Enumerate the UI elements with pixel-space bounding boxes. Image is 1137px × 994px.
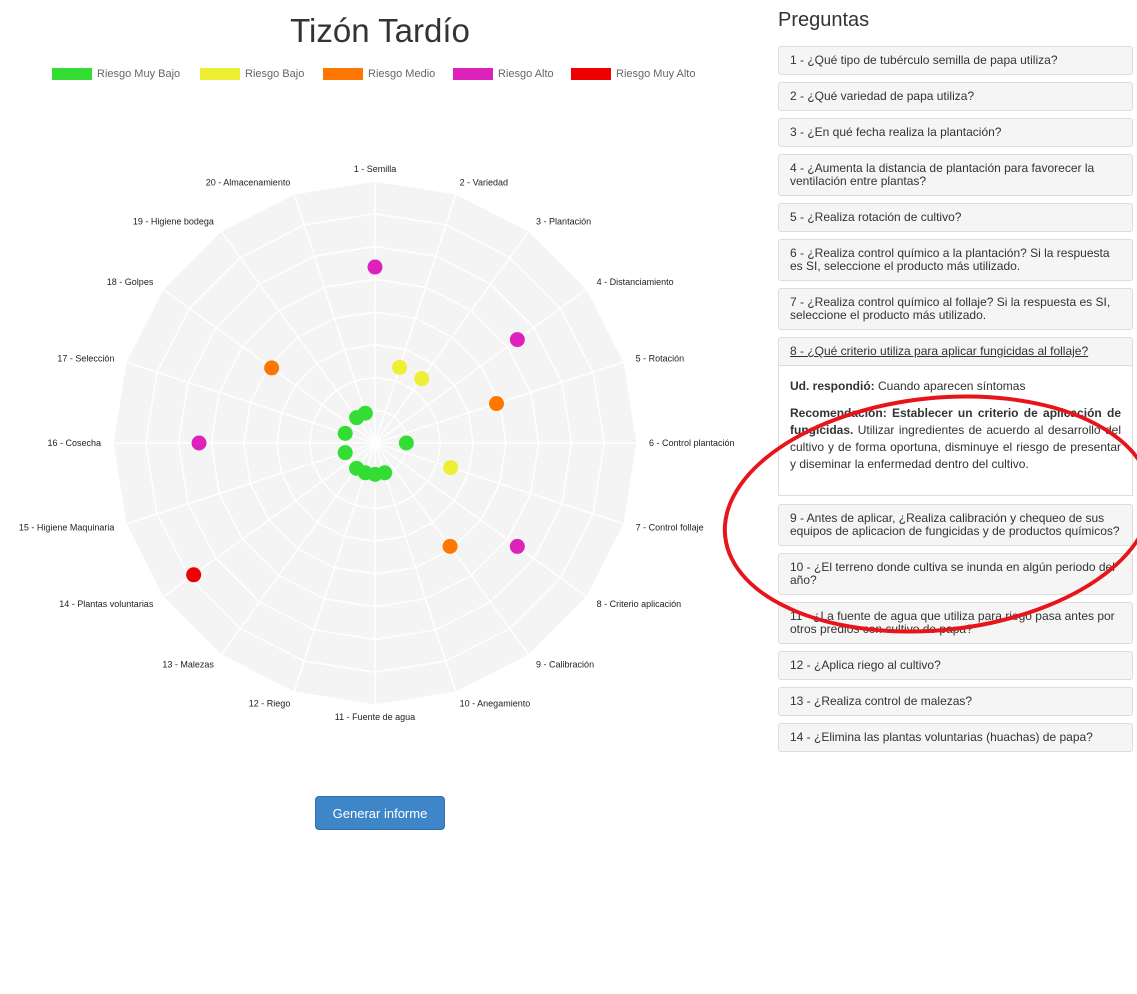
question-item[interactable]: 13 - ¿Realiza control de malezas? — [778, 687, 1133, 716]
radar-data-point[interactable] — [443, 460, 459, 476]
question-label: 3 - ¿En qué fecha realiza la plantación? — [790, 125, 1002, 139]
legend-label: Riesgo Bajo — [245, 68, 305, 80]
questions-list: 1 - ¿Qué tipo de tubérculo semilla de pa… — [778, 46, 1133, 759]
question-label: 7 - ¿Realiza control químico al follaje?… — [790, 295, 1111, 322]
radar-data-point[interactable] — [264, 360, 280, 376]
radar-axis-label: 14 - Plantas voluntarias — [59, 599, 154, 609]
radar-data-point[interactable] — [509, 538, 525, 554]
question-label: 11 - ¿La fuente de agua que utiliza para… — [790, 609, 1115, 636]
radar-data-point[interactable] — [509, 332, 525, 348]
radar-axis-label: 17 - Selección — [57, 353, 114, 363]
radar-data-point[interactable] — [349, 460, 365, 476]
chart-title: Tizón Tardío — [290, 12, 470, 49]
legend-swatch — [200, 68, 240, 80]
radar-data-point[interactable] — [191, 435, 207, 451]
question-item[interactable]: 1 - ¿Qué tipo de tubérculo semilla de pa… — [778, 46, 1133, 75]
legend-swatch — [571, 68, 611, 80]
radar-axis-label: 20 - Almacenamiento — [206, 177, 291, 187]
radar-axis-label: 1 - Semilla — [354, 164, 397, 174]
question-item[interactable]: 10 - ¿El terreno donde cultiva se inunda… — [778, 553, 1133, 595]
question-label: 4 - ¿Aumenta la distancia de plantación … — [790, 161, 1095, 188]
radar-axis-label: 2 - Variedad — [460, 177, 508, 187]
radar-data-point[interactable] — [186, 567, 202, 583]
legend-label: Riesgo Muy Alto — [616, 68, 696, 80]
question-label: 9 - Antes de aplicar, ¿Realiza calibraci… — [790, 511, 1120, 538]
question-item[interactable]: 12 - ¿Aplica riego al cultivo? — [778, 651, 1133, 680]
questions-title: Preguntas — [778, 9, 870, 31]
legend-label: Riesgo Muy Bajo — [97, 68, 181, 80]
legend-swatch — [52, 68, 92, 80]
chart-panel: Tizón Tardío Riesgo Muy Bajo Riesgo Bajo… — [0, 0, 760, 994]
radar-chart: 1 - Semilla 2 - Variedad 3 - Plantación 4 -… — [19, 164, 735, 722]
radar-data-point[interactable] — [442, 538, 458, 554]
radar-data-point[interactable] — [398, 435, 414, 451]
radar-axis-label: 15 - Higiene Maquinaria — [19, 523, 115, 533]
generar-informe-button[interactable]: Generar informe — [315, 796, 445, 830]
legend-label: Riesgo Medio — [368, 68, 436, 80]
response-value: Cuando aparecen síntomas — [878, 379, 1026, 393]
question-item[interactable]: 11 - ¿La fuente de agua que utiliza para… — [778, 602, 1133, 644]
radar-axis-label: 6 - Control plantación — [649, 438, 735, 448]
question-label: 12 - ¿Aplica riego al cultivo? — [790, 658, 941, 672]
radar-axis-label: 7 - Control follaje — [636, 523, 704, 533]
question-item[interactable]: 6 - ¿Realiza control químico a la planta… — [778, 239, 1133, 281]
question-label: 5 - ¿Realiza rotación de cultivo? — [790, 210, 962, 224]
radar-data-point[interactable] — [414, 371, 430, 387]
question-item[interactable]: 3 - ¿En qué fecha realiza la plantación? — [778, 118, 1133, 147]
question-label: 8 - ¿Qué criterio utiliza para aplicar f… — [790, 344, 1089, 358]
user-response: Ud. respondió: Cuando aparecen síntomas — [790, 378, 1121, 395]
radar-axis-label: 8 - Criterio aplicación — [597, 599, 682, 609]
radar-data-point[interactable] — [357, 405, 373, 421]
radar-data-point[interactable] — [392, 359, 408, 375]
question-label: 1 - ¿Qué tipo de tubérculo semilla de pa… — [790, 53, 1058, 67]
question-item-expanded[interactable]: 8 - ¿Qué criterio utiliza para aplicar f… — [778, 337, 1133, 366]
radar-axis-label: 12 - Riego — [249, 699, 291, 709]
question-item[interactable]: 9 - Antes de aplicar, ¿Realiza calibraci… — [778, 504, 1133, 546]
radar-axis-label: 16 - Cosecha — [47, 438, 101, 448]
question-label: 13 - ¿Realiza control de malezas? — [790, 694, 973, 708]
radar-axis-label: 3 - Plantación — [536, 216, 591, 226]
question-label: 6 - ¿Realiza control químico a la planta… — [790, 246, 1110, 273]
questions-panel: Preguntas 1 - ¿Qué tipo de tubérculo sem… — [778, 0, 1133, 994]
radar-axis-label: 5 - Rotación — [636, 353, 685, 363]
radar-data-point[interactable] — [337, 445, 353, 461]
legend-swatch — [323, 68, 363, 80]
response-label: Ud. respondió: — [790, 379, 875, 393]
radar-axis-label: 11 - Fuente de agua — [335, 712, 415, 722]
radar-data-point[interactable] — [367, 259, 383, 275]
legend-swatch — [453, 68, 493, 80]
recommendation: Recomendación: Establecer un criterio de… — [790, 405, 1121, 481]
question-item[interactable]: 7 - ¿Realiza control químico al follaje?… — [778, 288, 1133, 330]
radar-axis-label: 10 - Anegamiento — [460, 699, 531, 709]
question-item[interactable]: 4 - ¿Aumenta la distancia de plantación … — [778, 154, 1133, 196]
radar-axis-label: 19 - Higiene bodega — [133, 216, 214, 226]
legend-label: Riesgo Alto — [498, 68, 554, 80]
radar-data-point[interactable] — [488, 396, 504, 412]
question-item[interactable]: 14 - ¿Elimina las plantas voluntarias (h… — [778, 723, 1133, 752]
radar-axis-label: 13 - Malezas — [162, 660, 214, 670]
question-item[interactable]: 2 - ¿Qué variedad de papa utiliza? — [778, 82, 1133, 111]
question-label: 2 - ¿Qué variedad de papa utiliza? — [790, 89, 975, 103]
question-item[interactable]: 5 - ¿Realiza rotación de cultivo? — [778, 203, 1133, 232]
question-label: 10 - ¿El terreno donde cultiva se inunda… — [790, 560, 1115, 587]
radar-axis-label: 4 - Distanciamiento — [597, 277, 674, 287]
radar-data-point[interactable] — [337, 425, 353, 441]
radar-axis-label: 18 - Golpes — [107, 277, 154, 287]
radar-axis-label: 9 - Calibración — [536, 660, 594, 670]
question-label: 14 - ¿Elimina las plantas voluntarias (h… — [790, 730, 1093, 744]
answer-panel: Ud. respondió: Cuando aparecen síntomas … — [778, 366, 1133, 496]
